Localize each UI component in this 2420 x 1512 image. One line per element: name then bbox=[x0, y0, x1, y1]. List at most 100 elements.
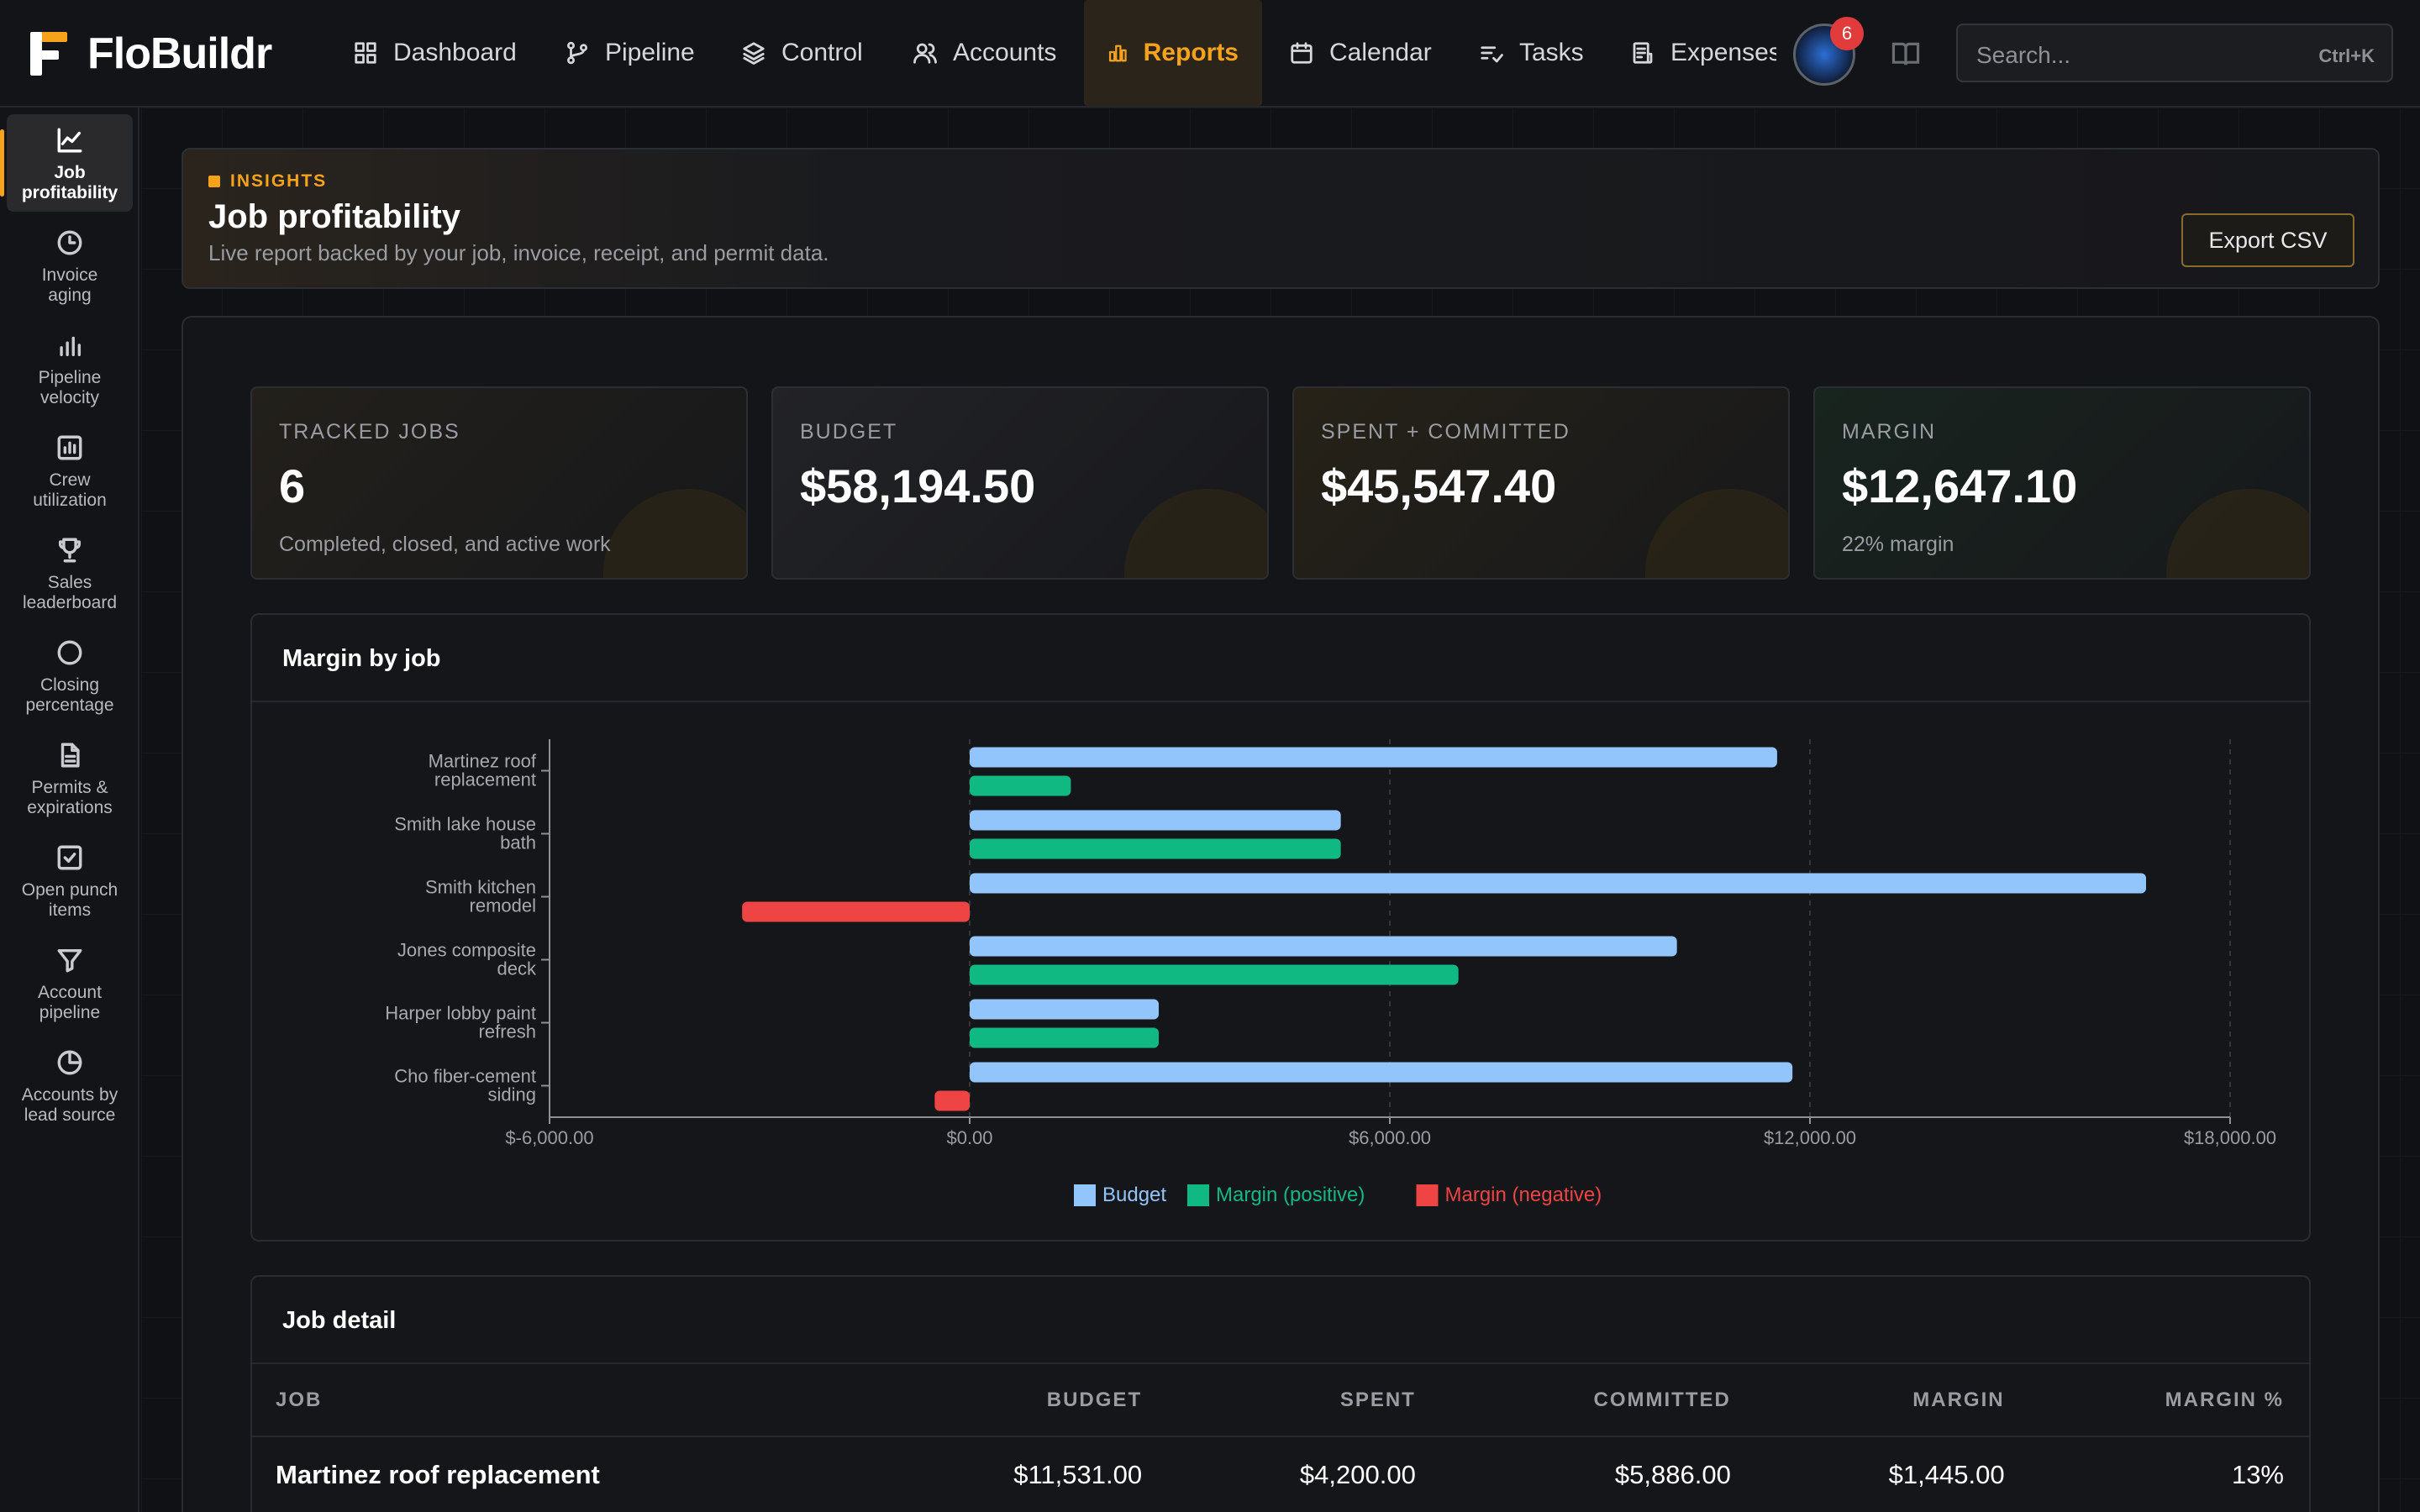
pie-icon bbox=[57, 1050, 82, 1075]
legend-label: Margin (positive) bbox=[1216, 1184, 1365, 1206]
category-label: replacement bbox=[434, 769, 536, 790]
sidebar-label: Closing bbox=[39, 675, 100, 695]
brand-name: FloBuildr bbox=[87, 29, 272, 78]
sidebar-item-open-punch-items[interactable]: Open punch items bbox=[7, 832, 133, 929]
kpi-decoration bbox=[2166, 489, 2309, 578]
logo-icon bbox=[30, 32, 67, 76]
sidebar-item-permits-expirations[interactable]: Permits & expirations bbox=[7, 729, 133, 827]
nav-pipeline[interactable]: Pipeline bbox=[565, 0, 695, 106]
kpi-budget: BUDGET $58,194.50 bbox=[771, 386, 1269, 580]
budget-bar bbox=[970, 810, 1341, 831]
category-label: deck bbox=[497, 958, 537, 979]
sidebar-label: lead source bbox=[24, 1105, 116, 1125]
nav-calendar[interactable]: Calendar bbox=[1289, 0, 1432, 106]
nav-accounts[interactable]: Accounts bbox=[913, 0, 1056, 106]
kpi-label: TRACKED JOBS bbox=[279, 420, 460, 444]
search-input[interactable]: Search... Ctrl+K bbox=[1956, 24, 2393, 82]
sidebar-item-job-profitability[interactable]: Job profitability bbox=[0, 114, 133, 212]
layers-icon bbox=[743, 42, 765, 65]
checkbox-icon bbox=[57, 845, 82, 870]
nav-expenses[interactable]: Expenses bbox=[1630, 0, 1776, 106]
export-csv-button[interactable]: Export CSV bbox=[2181, 213, 2354, 267]
sidebar-item-closing-percentage[interactable]: Closing percentage bbox=[7, 627, 133, 724]
kpi-value: $58,194.50 bbox=[800, 459, 1036, 512]
sidebar-label: pipeline bbox=[39, 1003, 101, 1022]
margin-bar-positive bbox=[970, 838, 1341, 859]
kpi-note: Completed, closed, and active work bbox=[279, 533, 611, 556]
sidebar-label: leaderboard bbox=[22, 593, 118, 612]
table-card-title: Job detail bbox=[252, 1277, 2309, 1364]
legend-swatch bbox=[1416, 1184, 1439, 1206]
trophy-icon bbox=[58, 538, 82, 563]
column-header-margin-pct[interactable]: MARGIN % bbox=[2029, 1364, 2309, 1437]
sidebar-item-crew-utilization[interactable]: Crew utilization bbox=[7, 422, 133, 519]
nav-dashboard[interactable]: Dashboard bbox=[353, 0, 517, 106]
sidebar-label: aging bbox=[48, 286, 92, 305]
category-label: bath bbox=[500, 832, 536, 853]
cell-job: Martinez roof replacement bbox=[276, 1459, 600, 1489]
calendar-icon bbox=[1291, 42, 1313, 64]
sidebar-label: percentage bbox=[25, 696, 114, 715]
cell-committed: $5,886.00 bbox=[1614, 1459, 1731, 1489]
circle-icon bbox=[57, 640, 82, 665]
column-header-committed[interactable]: COMMITTED bbox=[1440, 1364, 1756, 1437]
kpi-label: SPENT + COMMITTED bbox=[1321, 420, 1570, 444]
margin-bar-positive bbox=[970, 1027, 1159, 1048]
nav-tasks[interactable]: Tasks bbox=[1479, 0, 1584, 106]
sidebar-item-pipeline-velocity[interactable]: Pipeline velocity bbox=[7, 319, 133, 417]
x-tick-label: $-6,000.00 bbox=[505, 1127, 593, 1148]
cell-budget: $11,531.00 bbox=[1013, 1459, 1143, 1489]
sidebar-item-accounts-by-lead-source[interactable]: Accounts by lead source bbox=[7, 1037, 133, 1134]
cell-margin-pct: 13% bbox=[2231, 1459, 2284, 1489]
margin-bar-negative bbox=[742, 901, 970, 922]
nav-label: Control bbox=[781, 39, 863, 66]
brand-logo[interactable]: FloBuildr bbox=[30, 29, 272, 79]
job-detail-table: JOB BUDGET SPENT COMMITTED MARGIN MARGIN… bbox=[252, 1364, 2309, 1512]
nav-reports[interactable]: Reports bbox=[1084, 0, 1262, 106]
kpi-spent-committed: SPENT + COMMITTED $45,547.40 bbox=[1292, 386, 1790, 580]
receipt-icon bbox=[1633, 42, 1653, 64]
sidebar-item-account-pipeline[interactable]: Account pipeline bbox=[7, 934, 133, 1032]
nav-label: Accounts bbox=[953, 39, 1057, 66]
budget-bar bbox=[970, 999, 1159, 1020]
sidebar-label: Sales bbox=[47, 573, 92, 592]
cell-margin: $1,445.00 bbox=[1888, 1459, 2005, 1489]
nav-label: Pipeline bbox=[605, 39, 695, 66]
table-header-row: JOB BUDGET SPENT COMMITTED MARGIN MARGIN… bbox=[252, 1364, 2309, 1437]
budget-bar bbox=[970, 936, 1677, 957]
table-row[interactable]: Martinez roof replacement $11,531.00 $4,… bbox=[252, 1436, 2309, 1512]
book-icon[interactable] bbox=[1891, 40, 1921, 67]
budget-bar bbox=[970, 1062, 1793, 1083]
category-label: siding bbox=[488, 1084, 536, 1105]
column-header-margin[interactable]: MARGIN bbox=[1755, 1364, 2030, 1437]
margin-by-job-chart: $-6,000.00 $0.00 $6,000.00 $12,000.00 $18,00… bbox=[385, 739, 2276, 1206]
funnel-icon bbox=[57, 948, 82, 973]
page-title: Job profitability bbox=[208, 198, 460, 235]
kpi-margin: MARGIN $12,647.10 22% margin bbox=[1813, 386, 2311, 580]
page-eyebrow: INSIGHTS bbox=[208, 171, 327, 192]
sidebar-item-sales-leaderboard[interactable]: Sales leaderboard bbox=[7, 524, 133, 622]
nav-control[interactable]: Control bbox=[741, 0, 863, 106]
reports-sidebar: Job profitability Invoice aging Pipeline… bbox=[0, 108, 139, 1512]
sidebar-item-invoice-aging[interactable]: Invoice aging bbox=[7, 217, 133, 314]
nav-expenses-clip: Expenses bbox=[1630, 0, 1776, 106]
sidebar-label: Job bbox=[54, 163, 86, 182]
kpi-value: $45,547.40 bbox=[1321, 459, 1557, 512]
column-header-spent[interactable]: SPENT bbox=[1167, 1364, 1441, 1437]
x-tick-label: $18,000.00 bbox=[2184, 1127, 2276, 1148]
grid-icon bbox=[355, 42, 376, 64]
kpi-label: BUDGET bbox=[800, 420, 898, 444]
column-header-budget[interactable]: BUDGET bbox=[869, 1364, 1168, 1437]
branch-icon bbox=[567, 41, 587, 65]
top-bar: FloBuildr Dashboard Pipeline Control Acc… bbox=[0, 0, 2420, 108]
kpi-tracked-jobs: TRACKED JOBS 6 Completed, closed, and ac… bbox=[250, 386, 748, 580]
kpi-value: $12,647.10 bbox=[1842, 459, 2078, 512]
legend-swatch bbox=[1074, 1184, 1096, 1206]
margin-chart-card: Margin by job $-6,000.00 $0.00 $6,000.00 $1… bbox=[250, 613, 2311, 1242]
column-header-job[interactable]: JOB bbox=[252, 1364, 870, 1437]
search-shortcut: Ctrl+K bbox=[2318, 45, 2375, 66]
chart-card-title: Margin by job bbox=[252, 615, 2309, 702]
sidebar-label: profitability bbox=[21, 183, 118, 202]
sidebar-label: expirations bbox=[27, 798, 113, 817]
report-panel: TRACKED JOBS 6 Completed, closed, and ac… bbox=[182, 316, 2380, 1512]
